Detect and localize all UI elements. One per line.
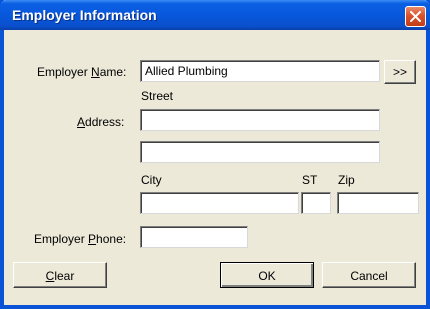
employer-phone-input[interactable] (140, 226, 248, 248)
ok-button[interactable]: OK (220, 262, 314, 288)
address-line2-input[interactable] (140, 141, 380, 163)
cancel-button[interactable]: Cancel (322, 262, 416, 288)
state-input[interactable] (301, 192, 331, 214)
employer-name-input[interactable]: Allied Plumbing (140, 60, 380, 82)
address-label: Address: (77, 115, 125, 129)
close-button[interactable] (405, 6, 426, 27)
city-input[interactable] (140, 192, 299, 214)
employer-lookup-button[interactable]: >> (384, 60, 416, 84)
state-label: ST (302, 173, 318, 187)
employer-name-label: Employer Name: (37, 65, 127, 79)
zip-input[interactable] (337, 192, 419, 214)
employer-phone-label: Employer Phone: (34, 232, 127, 246)
employer-information-dialog: Employer Information Employer Name: Alli… (0, 0, 430, 309)
address-line1-input[interactable] (140, 109, 380, 131)
title-bar: Employer Information (0, 0, 430, 30)
window-title: Employer Information (12, 7, 157, 23)
city-label: City (141, 173, 162, 187)
close-icon (410, 11, 421, 22)
zip-label: Zip (338, 173, 355, 187)
clear-button[interactable]: Clear (13, 262, 107, 288)
street-label: Street (141, 89, 174, 103)
